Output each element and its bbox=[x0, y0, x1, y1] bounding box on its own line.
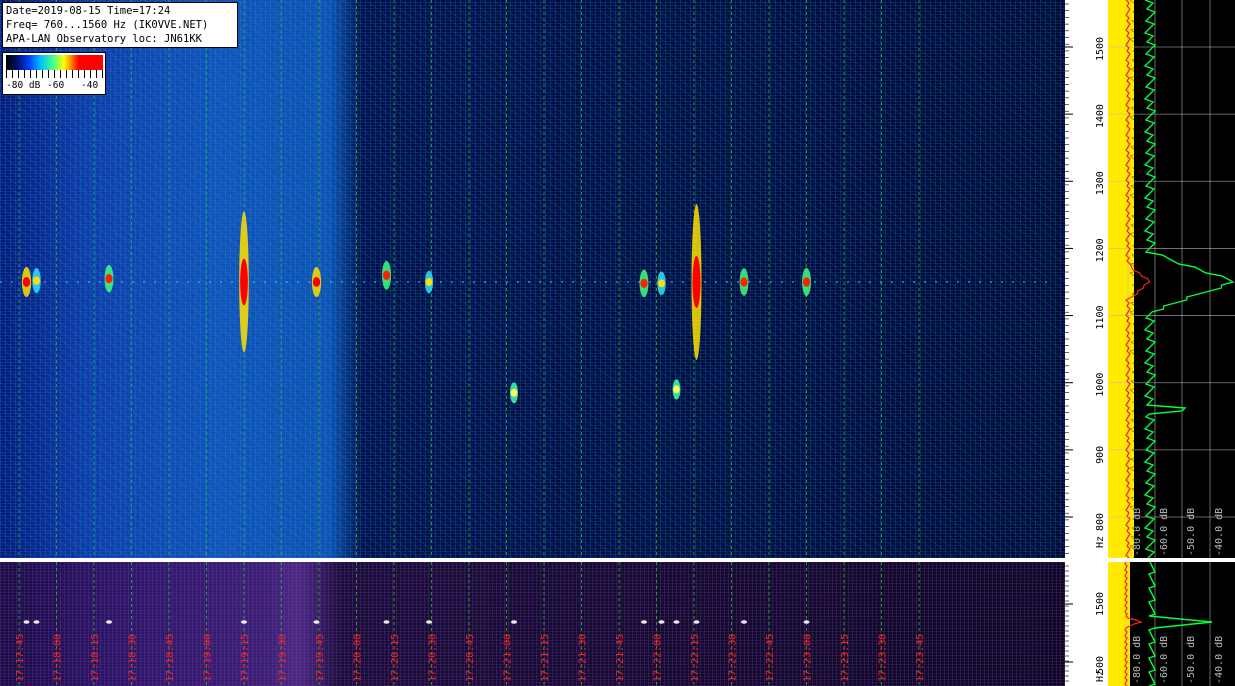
meteor-echo-core bbox=[692, 256, 701, 308]
time-tick-label: 17:23:00 bbox=[803, 634, 814, 682]
meteor-echo-core bbox=[510, 388, 518, 397]
overview-echo bbox=[106, 620, 112, 624]
colorbar-legend: -80 dB -60 -40 bbox=[2, 52, 106, 95]
spectrum-x-label: -60.0 dB bbox=[1159, 508, 1170, 556]
time-tick-label: 17:20:30 bbox=[428, 634, 439, 682]
time-tick-label: 17:18:15 bbox=[90, 634, 101, 682]
overview-echo bbox=[241, 620, 247, 624]
freq-unit-label: Hz bbox=[1095, 536, 1106, 548]
time-tick-label: 17:19:00 bbox=[203, 634, 214, 682]
overview-spectrum-x-label: -40.0 dB bbox=[1214, 636, 1225, 684]
info-box: Date=2019-08-15 Time=17:24 Freq= 760...1… bbox=[2, 2, 238, 48]
meteor-echo-core bbox=[22, 277, 31, 287]
overview-echo bbox=[741, 620, 747, 624]
time-tick-label: 17:17:45 bbox=[15, 634, 26, 682]
time-tick-label: 17:23:15 bbox=[840, 634, 851, 682]
overview-freq-label: 1500 bbox=[1095, 592, 1106, 616]
time-tick-label: 17:23:30 bbox=[878, 634, 889, 682]
time-tick-label: 17:23:45 bbox=[915, 634, 926, 682]
meteor-echo-core bbox=[640, 278, 648, 288]
overview-spectrum-x-label: -50.0 dB bbox=[1186, 636, 1197, 684]
overview-spectrum-x-label: -80.0 dB bbox=[1132, 636, 1143, 684]
chart-overlay: 17:17:45 17:18:00 17:18:15 17:18:30 17:18:45… bbox=[0, 0, 1235, 686]
time-tick-label: 17:21:00 bbox=[503, 634, 514, 682]
info-observatory: APA-LAN Observatory loc: JN61KK bbox=[6, 33, 202, 45]
overview-echo bbox=[803, 620, 810, 624]
meteor-echo-core bbox=[33, 276, 40, 285]
freq-tick-label: 1000 bbox=[1095, 373, 1106, 397]
meteor-echo-core bbox=[312, 277, 321, 287]
overview-echo bbox=[693, 620, 700, 624]
freq-tick-label: 1300 bbox=[1095, 171, 1106, 195]
spectrum-x-label: -40.0 dB bbox=[1214, 508, 1225, 556]
time-tick-label: 17:22:15 bbox=[690, 634, 701, 682]
colorbar-label-min: -80 dB bbox=[6, 80, 41, 91]
time-tick-label: 17:22:45 bbox=[765, 634, 776, 682]
freq-tick-label: 900 bbox=[1095, 446, 1106, 464]
time-tick-label: 17:19:15 bbox=[240, 634, 251, 682]
freq-tick-label: 1500 bbox=[1095, 37, 1106, 61]
time-tick-label: 17:22:00 bbox=[653, 634, 664, 682]
time-tick-label: 17:20:00 bbox=[353, 634, 364, 682]
meteor-echo-core bbox=[425, 278, 433, 286]
overview-echo bbox=[511, 620, 517, 624]
time-tick-label: 17:19:45 bbox=[315, 634, 326, 682]
time-tick-label: 17:21:45 bbox=[615, 634, 626, 682]
overview-echo bbox=[313, 620, 320, 624]
spectrum-peak-hold bbox=[1129, 0, 1143, 559]
colorbar-gradient bbox=[6, 55, 103, 70]
colorbar-label-mid: -60 bbox=[47, 80, 65, 91]
overview-echo bbox=[658, 620, 665, 624]
overview-echo bbox=[383, 620, 390, 624]
info-date-time: Date=2019-08-15 Time=17:24 bbox=[6, 5, 171, 17]
spectrum-x-label: -50.0 dB bbox=[1186, 508, 1197, 556]
overview-echo bbox=[426, 620, 432, 624]
info-frequency: Freq= 760...1560 Hz (IK0VVE.NET) bbox=[6, 19, 209, 31]
colorbar-ticks bbox=[6, 70, 103, 78]
meteor-echo-core bbox=[740, 277, 748, 287]
freq-tick-label: 1100 bbox=[1095, 305, 1106, 329]
overview-spectrum-x-label: -60.0 dB bbox=[1159, 636, 1170, 684]
meteor-echo-core bbox=[382, 270, 391, 281]
meteor-echo-core bbox=[673, 385, 680, 394]
meteor-echo-core bbox=[658, 279, 665, 288]
time-tick-label: 17:20:45 bbox=[465, 634, 476, 682]
overview-unit-label: Hz bbox=[1095, 670, 1106, 682]
overview-echo bbox=[33, 620, 40, 624]
meteor-echo-core bbox=[802, 277, 811, 287]
time-tick-label: 17:22:30 bbox=[728, 634, 739, 682]
time-tick-label: 17:18:00 bbox=[53, 634, 64, 682]
freq-tick-label: 1200 bbox=[1095, 238, 1106, 262]
overview-echo bbox=[641, 620, 647, 624]
overview-echo bbox=[673, 620, 680, 624]
time-tick-label: 17:18:45 bbox=[165, 634, 176, 682]
meteor-echo-core bbox=[105, 274, 113, 284]
freq-tick-label: 800 bbox=[1095, 513, 1106, 531]
colorbar-label-max: -40 bbox=[81, 80, 99, 91]
time-tick-label: 17:21:15 bbox=[540, 634, 551, 682]
meteor-echo-core bbox=[240, 258, 248, 306]
freq-tick-label: 1400 bbox=[1095, 104, 1106, 128]
time-tick-label: 17:21:30 bbox=[578, 634, 589, 682]
time-tick-label: 17:20:15 bbox=[390, 634, 401, 682]
spectrum-instant-line bbox=[1143, 0, 1235, 559]
time-tick-label: 17:19:30 bbox=[278, 634, 289, 682]
time-tick-label: 17:18:30 bbox=[128, 634, 139, 682]
overview-echo bbox=[23, 620, 30, 624]
